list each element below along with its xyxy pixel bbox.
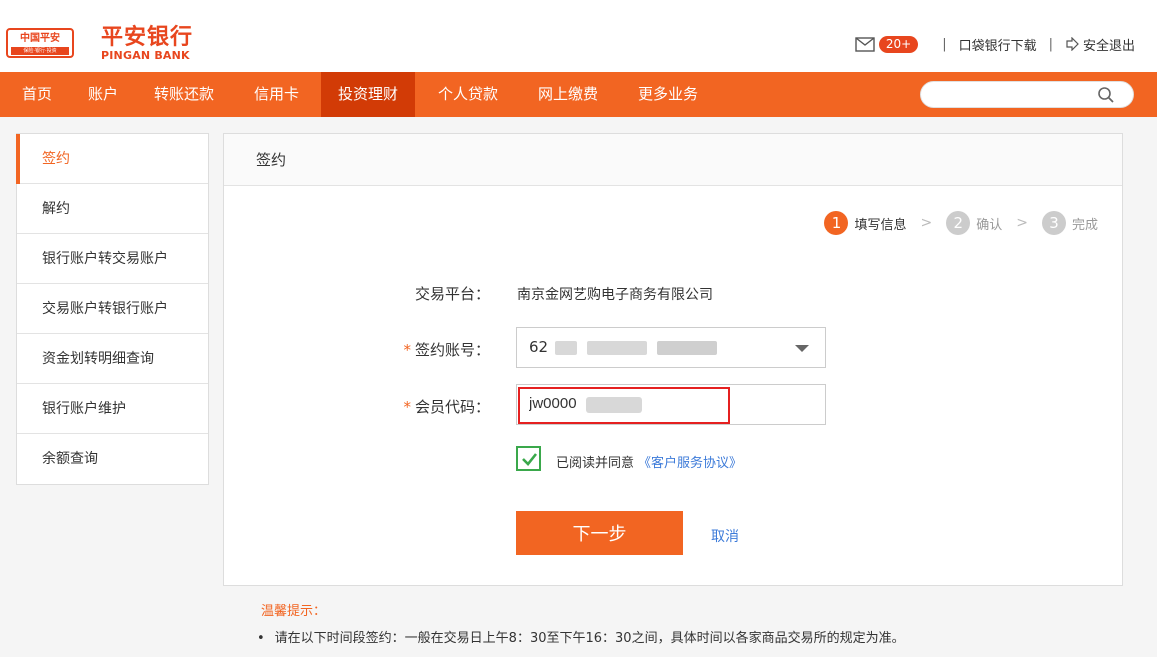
required-mark: * bbox=[403, 398, 411, 416]
tips-title: 温馨提示： bbox=[261, 604, 327, 619]
brand-name-cn: 平安银行 bbox=[101, 25, 194, 50]
step-arrow-icon: > bbox=[920, 215, 933, 231]
search-input[interactable] bbox=[933, 82, 1103, 107]
agreement-prefix: 已阅读并同意 bbox=[556, 456, 635, 471]
ping-an-group-logo[interactable]: 中国平安 保险·银行·投资 bbox=[6, 28, 74, 58]
step-2-number: 2 bbox=[946, 211, 971, 235]
agreement-text: 已阅读并同意 《客户服务协议》 bbox=[556, 452, 742, 471]
bank-brand[interactable]: 平安银行 PINGAN BANK bbox=[101, 26, 193, 62]
member-code-label-text: 会员代码： bbox=[414, 398, 490, 416]
sidebar-item-bank-to-trade[interactable]: 银行账户转交易账户 bbox=[17, 234, 208, 284]
search-box bbox=[920, 81, 1134, 108]
header-divider: | bbox=[942, 36, 947, 52]
main-nav: 首页 账户 转账还款 信用卡 投资理财 个人贷款 网上缴费 更多业务 bbox=[0, 72, 1157, 117]
account-select[interactable]: 62 bbox=[516, 327, 826, 368]
nav-item-personal-loan[interactable]: 个人贷款 bbox=[421, 72, 515, 117]
bullet-icon: • bbox=[257, 631, 265, 646]
pocket-bank-download-link[interactable]: 口袋银行下载 bbox=[959, 35, 1037, 54]
service-agreement-link[interactable]: 《客户服务协议》 bbox=[638, 456, 742, 471]
masked-account-digits bbox=[587, 341, 647, 355]
account-label: * 签约账号： bbox=[290, 339, 490, 360]
step-1-label: 填写信息 bbox=[854, 217, 907, 233]
top-header: 中国平安 保险·银行·投资 平安银行 PINGAN BANK 20+ | 口袋银… bbox=[0, 0, 1157, 72]
cancel-link[interactable]: 取消 bbox=[711, 526, 739, 546]
chevron-down-icon bbox=[795, 345, 809, 352]
sidebar-item-account-maintenance[interactable]: 银行账户维护 bbox=[17, 384, 208, 434]
step-3-label: 完成 bbox=[1071, 217, 1098, 233]
sidebar-item-balance-query[interactable]: 余额查询 bbox=[17, 434, 208, 484]
search-icon[interactable] bbox=[1097, 86, 1115, 104]
sidebar-item-trade-to-bank[interactable]: 交易账户转银行账户 bbox=[17, 284, 208, 334]
sidebar-menu: 签约 解约 银行账户转交易账户 交易账户转银行账户 资金划转明细查询 银行账户维… bbox=[16, 133, 209, 485]
step-arrow-icon: > bbox=[1016, 215, 1028, 231]
logo-badge-top: 中国平安 bbox=[20, 33, 60, 44]
sign-form-panel: 签约 1 填写信息 > 2 确认 > 3 完成 交易平台： 南京金网艺购电子商务… bbox=[223, 133, 1123, 586]
nav-item-transfer[interactable]: 转账还款 bbox=[137, 72, 231, 117]
required-mark: * bbox=[403, 341, 411, 359]
brand-name-en: PINGAN BANK bbox=[101, 49, 190, 62]
platform-label: 交易平台： bbox=[414, 285, 490, 303]
sidebar-item-transfer-history[interactable]: 资金划转明细查询 bbox=[17, 334, 208, 384]
masked-account-digits bbox=[555, 341, 577, 355]
account-label-text: 签约账号： bbox=[414, 341, 490, 359]
next-step-button[interactable]: 下一步 bbox=[516, 511, 683, 555]
checkmark-icon bbox=[522, 453, 538, 466]
account-select-value: 62 bbox=[529, 338, 549, 356]
masked-member-code bbox=[586, 397, 642, 413]
mail-count-badge[interactable]: 20+ bbox=[878, 35, 919, 53]
masked-account-digits bbox=[657, 341, 717, 355]
step-2-label: 确认 bbox=[976, 217, 1003, 233]
panel-title: 签约 bbox=[224, 134, 1122, 186]
nav-item-account[interactable]: 账户 bbox=[71, 72, 135, 117]
nav-item-home[interactable]: 首页 bbox=[5, 72, 69, 117]
nav-item-more-services[interactable]: 更多业务 bbox=[621, 72, 715, 117]
member-code-field bbox=[516, 384, 826, 425]
logout-link[interactable]: 安全退出 bbox=[1083, 35, 1135, 54]
logo-badge-bottom: 保险·银行·投资 bbox=[11, 47, 69, 55]
header-actions: 20+ | 口袋银行下载 | 安全退出 bbox=[855, 34, 1135, 54]
logout-icon bbox=[1066, 37, 1079, 51]
mail-icon[interactable] bbox=[855, 36, 875, 52]
nav-item-credit-card[interactable]: 信用卡 bbox=[237, 72, 316, 117]
nav-item-online-payment[interactable]: 网上缴费 bbox=[521, 72, 615, 117]
tips-text: • 请在以下时间段签约：一般在交易日上午8：30至下午16：30之间，具体时间以各… bbox=[257, 627, 905, 646]
agreement-checkbox[interactable] bbox=[516, 446, 541, 471]
step-3-number: 3 bbox=[1041, 211, 1066, 235]
tips-text-content: 请在以下时间段签约：一般在交易日上午8：30至下午16：30之间，具体时间以各家… bbox=[274, 631, 905, 646]
nav-item-investment[interactable]: 投资理财 bbox=[321, 72, 416, 117]
sidebar-item-sign[interactable]: 签约 bbox=[16, 134, 208, 184]
progress-steps: 1 填写信息 > 2 确认 > 3 完成 bbox=[824, 211, 1098, 235]
header-divider: | bbox=[1048, 36, 1053, 52]
sidebar-item-unsign[interactable]: 解约 bbox=[17, 184, 208, 234]
platform-value: 南京金网艺购电子商务有限公司 bbox=[517, 287, 713, 303]
member-code-label: * 会员代码： bbox=[290, 396, 490, 417]
step-1-number: 1 bbox=[824, 211, 849, 235]
